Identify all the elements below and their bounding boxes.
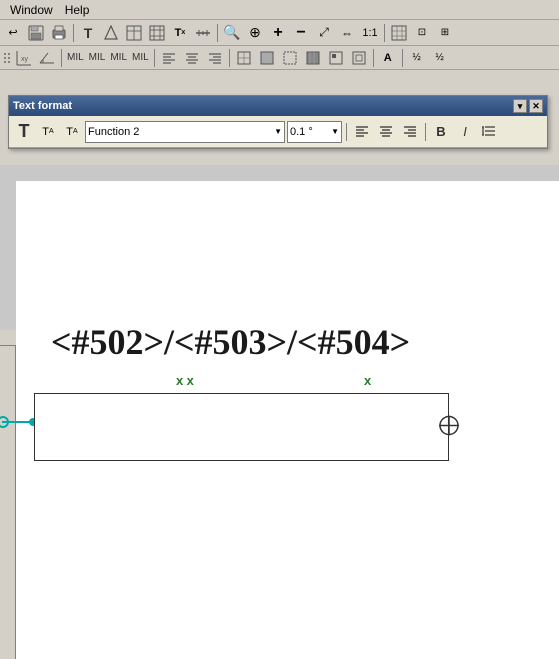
green-markers-group2: x xyxy=(364,373,371,388)
toolbar-back-btn[interactable]: ↩ xyxy=(2,22,24,44)
mil-label-3: MIL xyxy=(108,52,129,63)
toolbar-draw-btn[interactable] xyxy=(100,22,122,44)
toolbar-row-2: xy MIL MIL MIL MIL xyxy=(0,46,559,70)
component-rectangle[interactable] xyxy=(34,393,449,461)
panel-align-center-btn[interactable] xyxy=(375,121,397,143)
toolbar-align-right-btn[interactable] xyxy=(204,47,226,69)
connector-line xyxy=(2,421,34,423)
menu-help[interactable]: Help xyxy=(59,3,96,17)
annotation-text: <#502>/<#503>/<#504> xyxy=(51,321,410,363)
left-connector xyxy=(2,421,34,423)
drawing-area[interactable]: <#502>/<#503>/<#504> x x x xyxy=(16,181,559,659)
green-x-marker-1: x xyxy=(176,373,183,388)
toolbar-t-btn[interactable]: T xyxy=(77,22,99,44)
toolbar-table-btn[interactable] xyxy=(123,22,145,44)
font-size-label: 0.1 ° xyxy=(290,126,313,138)
toolbar-plus-btn[interactable]: + xyxy=(267,22,289,44)
toolbar-grid-btn[interactable] xyxy=(146,22,168,44)
toolbar-zoom-in-btn[interactable]: ⊕ xyxy=(244,22,266,44)
toolbar-sep-8 xyxy=(402,49,403,67)
toolbar-coords-btn[interactable]: xy xyxy=(13,47,35,69)
mil-label-4: MIL xyxy=(130,52,151,63)
toolbar-sep-7 xyxy=(373,49,374,67)
panel-title: Text format xyxy=(13,100,72,112)
toolbar-ruler-btn[interactable] xyxy=(192,22,214,44)
mil-label-2: MIL xyxy=(87,52,108,63)
component-rect-wrapper xyxy=(34,393,449,461)
right-connector xyxy=(438,415,460,440)
panel-align-right-btn[interactable] xyxy=(399,121,421,143)
svg-text:xy: xy xyxy=(21,56,29,63)
toolbar-snap-btn[interactable]: ⊡ xyxy=(411,22,433,44)
panel-collapse-btn[interactable]: ▾ xyxy=(513,99,527,113)
toolbar-row-1: ↩ T Tx xyxy=(0,20,559,46)
toolbar-save-btn[interactable] xyxy=(25,22,47,44)
toolbar-zoom-all-btn[interactable]: ⇔ xyxy=(336,22,358,44)
font-name-dropdown[interactable]: Function 2 ▼ xyxy=(85,121,285,143)
toolbar-frac1-btn[interactable]: ½ xyxy=(406,47,428,69)
size-dropdown-arrow-icon: ▼ xyxy=(331,127,339,136)
font-name-label: Function 2 xyxy=(88,126,139,138)
ruler-vertical xyxy=(0,346,16,659)
toolbar-align-left-btn[interactable] xyxy=(158,47,180,69)
panel-align-left-btn[interactable] xyxy=(351,121,373,143)
panel-sep-2 xyxy=(425,123,426,141)
font-size-dropdown[interactable]: 0.1 ° ▼ xyxy=(287,121,342,143)
toolbar-box1-btn[interactable] xyxy=(233,47,255,69)
toolbar-sep-4 xyxy=(61,49,62,67)
toolbar-grip xyxy=(2,51,12,65)
toolbar-sep-3 xyxy=(384,24,385,42)
font-dropdown-arrow-icon: ▼ xyxy=(274,127,282,136)
toolbar-minus-btn[interactable]: − xyxy=(290,22,312,44)
panel-close-btn[interactable]: ✕ xyxy=(529,99,543,113)
toolbar-align-center-btn[interactable] xyxy=(181,47,203,69)
panel-linespacing-btn[interactable] xyxy=(478,121,500,143)
mil-label-1: MIL xyxy=(65,52,86,63)
font-sub-btn[interactable]: TA xyxy=(61,121,83,143)
toolbar-snap2-btn[interactable]: ⊞ xyxy=(434,22,456,44)
font-T-btn[interactable]: T xyxy=(13,121,35,143)
toolbar-box4-btn[interactable] xyxy=(302,47,324,69)
toolbar-grid2-btn[interactable] xyxy=(388,22,410,44)
panel-controls: ▾ ✕ xyxy=(513,99,543,113)
panel-title-bar: Text format ▾ ✕ xyxy=(9,96,547,116)
toolbar-box6-btn[interactable] xyxy=(348,47,370,69)
toolbar-zoom-fit-btn[interactable]: ⤢ xyxy=(313,22,335,44)
toolbar-sep-2 xyxy=(217,24,218,42)
green-x-marker-2: x xyxy=(187,373,194,388)
toolbar-text-size-btn[interactable]: A xyxy=(377,47,399,69)
panel-toolbar: T TA TA Function 2 ▼ 0.1 ° ▼ xyxy=(9,116,547,148)
toolbar-text2-btn[interactable]: Tx xyxy=(169,22,191,44)
toolbar-sep-6 xyxy=(229,49,230,67)
toolbar-sep-1 xyxy=(73,24,74,42)
toolbar-angle-btn[interactable] xyxy=(36,47,58,69)
toolbar-sep-5 xyxy=(154,49,155,67)
toolbar-zoom-actual-btn[interactable]: 1:1 xyxy=(359,22,381,44)
panel-bold-btn[interactable]: B xyxy=(430,121,452,143)
canvas-area: <#502>/<#503>/<#504> x x x xyxy=(0,165,559,659)
panel-sep-1 xyxy=(346,123,347,141)
text-format-panel: Text format ▾ ✕ T TA TA Function 2 ▼ 0.1… xyxy=(8,95,548,149)
menu-window[interactable]: Window xyxy=(4,3,59,17)
font-super-btn[interactable]: TA xyxy=(37,121,59,143)
green-markers-group1: x x xyxy=(176,373,194,388)
toolbar-frac2-btn[interactable]: ½ xyxy=(429,47,451,69)
toolbar-box2-btn[interactable] xyxy=(256,47,278,69)
panel-italic-btn[interactable]: I xyxy=(454,121,476,143)
toolbar-box5-btn[interactable] xyxy=(325,47,347,69)
toolbar-print-btn[interactable] xyxy=(48,22,70,44)
toolbar-zoom-out-btn[interactable]: 🔍 xyxy=(221,22,243,44)
toolbar-box3-btn[interactable] xyxy=(279,47,301,69)
green-x-marker-3: x xyxy=(364,373,371,388)
menu-bar: Window Help xyxy=(0,0,559,20)
